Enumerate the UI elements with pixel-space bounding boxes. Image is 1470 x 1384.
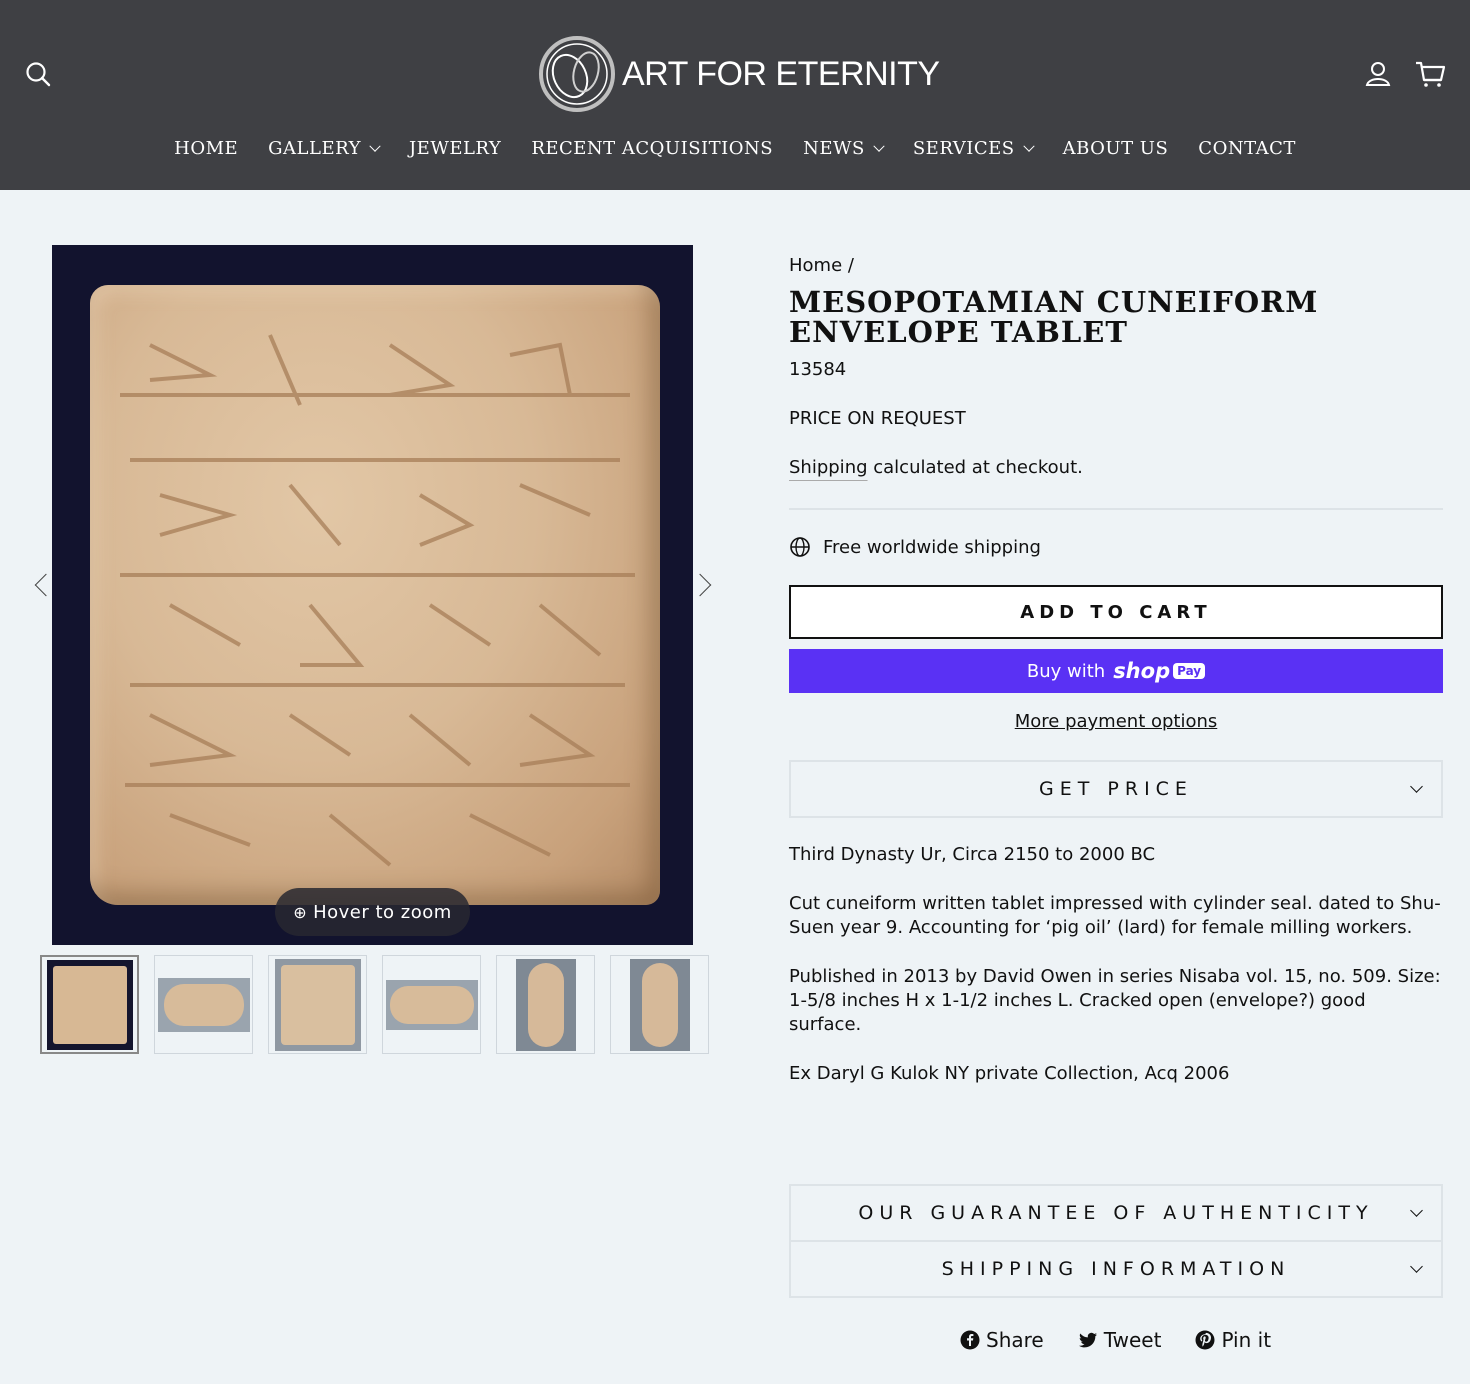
shipping-note: Shipping calculated at checkout. <box>789 457 1083 478</box>
thumbnail-1[interactable] <box>40 955 139 1054</box>
nav-contact[interactable]: CONTACT <box>1183 138 1311 159</box>
facebook-icon <box>960 1330 980 1350</box>
breadcrumb-separator: / <box>847 255 854 276</box>
product-sku: 13584 <box>789 359 847 380</box>
description-paragraph: Ex Daryl G Kulok NY private Collection, … <box>789 1063 1230 1084</box>
chevron-down-icon <box>1410 1204 1423 1217</box>
thumbnail-2[interactable] <box>154 955 253 1054</box>
nav-jewelry[interactable]: JEWELRY <box>394 138 516 159</box>
get-price-toggle[interactable]: GET PRICE <box>789 760 1443 818</box>
shop-pay-button[interactable]: Buy with shop Pay <box>789 649 1443 693</box>
pinterest-icon <box>1195 1330 1215 1350</box>
thumbnail-strip <box>40 955 709 1054</box>
nav-home[interactable]: HOME <box>159 138 253 159</box>
product-description: Third Dynasty Ur, Circa 2150 to 2000 BC … <box>789 843 1443 1111</box>
breadcrumb-home-link[interactable]: Home <box>789 255 842 276</box>
nav-gallery[interactable]: GALLERY <box>253 138 394 159</box>
more-payment-options-link[interactable]: More payment options <box>789 711 1443 732</box>
site-logo[interactable]: ART FOR ETERNITY <box>536 34 940 114</box>
free-shipping-note: Free worldwide shipping <box>789 536 1041 558</box>
breadcrumb: Home / <box>789 255 854 276</box>
chevron-down-icon <box>1410 1260 1423 1273</box>
shipping-link[interactable]: Shipping <box>789 457 868 478</box>
chevron-down-icon <box>873 140 885 152</box>
nav-news[interactable]: NEWS <box>788 138 898 159</box>
description-paragraph: Published in 2013 by David Owen in serie… <box>789 966 1441 1035</box>
twitter-icon <box>1078 1332 1097 1348</box>
nav-about-us[interactable]: ABOUT US <box>1048 138 1184 159</box>
product-title: MESOPOTAMIAN CUNEIFORM ENVELOPE TABLET <box>789 285 1319 349</box>
description-paragraph: Third Dynasty Ur, Circa 2150 to 2000 BC <box>789 844 1156 865</box>
cart-icon[interactable] <box>1414 58 1446 88</box>
globe-icon <box>790 537 810 557</box>
chevron-down-icon <box>369 140 381 152</box>
nav-services[interactable]: SERVICES <box>898 138 1048 159</box>
cuneiform-tablet-image <box>90 285 660 905</box>
authenticity-guarantee-toggle[interactable]: OUR GUARANTEE OF AUTHENTICITY <box>789 1184 1443 1242</box>
chevron-down-icon <box>1410 780 1423 793</box>
logo-text: ART FOR ETERNITY <box>622 54 940 93</box>
add-to-cart-button[interactable]: ADD TO CART <box>789 585 1443 639</box>
thumbnail-5[interactable] <box>496 955 595 1054</box>
zoom-in-icon: ⊕ <box>293 902 308 922</box>
divider <box>789 508 1443 510</box>
pinterest-pin-link[interactable]: Pin it <box>1195 1328 1271 1352</box>
thumbnail-4[interactable] <box>382 955 481 1054</box>
site-header: ART FOR ETERNITY HOME GALLERY JEWELRY RE… <box>0 0 1470 190</box>
chevron-down-icon <box>1022 140 1035 152</box>
search-icon[interactable] <box>24 60 52 88</box>
nav-recent-acquisitions[interactable]: RECENT ACQUISITIONS <box>516 138 788 159</box>
product-price: PRICE ON REQUEST <box>789 408 966 429</box>
thumbnail-6[interactable] <box>610 955 709 1054</box>
account-icon[interactable] <box>1364 60 1392 88</box>
description-paragraph: Cut cuneiform written tablet impressed w… <box>789 893 1441 938</box>
social-share-bar: Share Tweet Pin it <box>960 1328 1271 1352</box>
cuneiform-marks <box>120 334 635 867</box>
thumbnail-3[interactable] <box>268 955 367 1054</box>
hover-to-zoom-hint: ⊕ Hover to zoom <box>275 888 470 936</box>
twitter-share-link[interactable]: Tweet <box>1078 1328 1161 1352</box>
product-main-image[interactable]: ⊕ Hover to zoom <box>52 245 693 945</box>
main-nav: HOME GALLERY JEWELRY RECENT ACQUISITIONS… <box>0 138 1470 159</box>
shop-pay-logo: shop <box>1113 659 1171 683</box>
shipping-information-toggle[interactable]: SHIPPING INFORMATION <box>789 1240 1443 1298</box>
facebook-share-link[interactable]: Share <box>960 1328 1044 1352</box>
logo-rings-icon <box>539 36 615 112</box>
